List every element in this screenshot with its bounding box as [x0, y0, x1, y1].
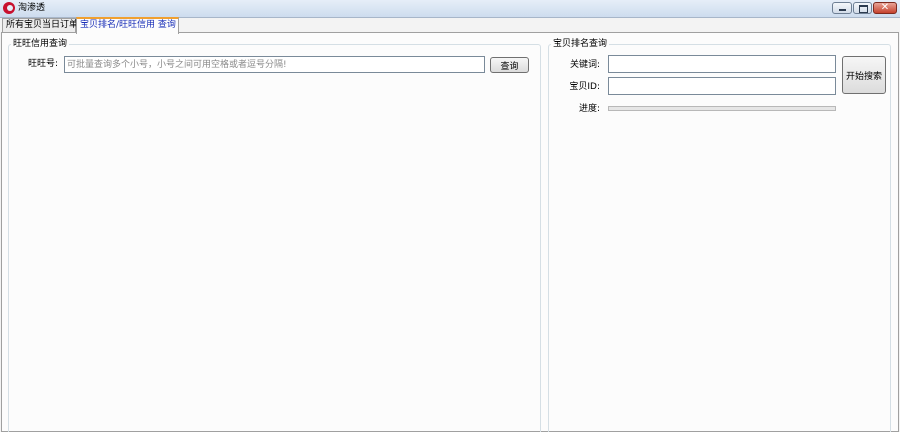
maximize-icon [859, 5, 868, 13]
item-ranking-group-title: 宝贝排名查询 [551, 38, 610, 50]
tab-all-items-daily-orders[interactable]: 所有宝贝当日订单 [2, 18, 78, 33]
item-id-label: 宝贝ID: [569, 82, 600, 92]
tab-strip: 所有宝贝当日订单 宝贝排名/旺旺信用 查询 [0, 17, 900, 34]
start-search-button[interactable]: 开始搜索 [842, 56, 886, 94]
wangwang-id-label: 旺旺号: [27, 59, 58, 69]
keyword-label: 关键词: [569, 60, 600, 70]
progress-label: 进度: [578, 104, 600, 114]
app-window: 淘渗透 ✕ 所有宝贝当日订单 宝贝排名/旺旺信用 查询 旺旺信用查询 旺旺号: … [0, 0, 900, 432]
wangwang-id-input[interactable] [64, 56, 485, 73]
close-icon: ✕ [880, 2, 890, 13]
window-title: 淘渗透 [18, 3, 46, 13]
search-progress-bar [608, 106, 836, 111]
minimize-icon [839, 9, 846, 11]
app-logo-icon [3, 2, 15, 14]
minimize-button[interactable] [832, 2, 852, 14]
wangwang-credit-group: 旺旺信用查询 [8, 38, 541, 432]
tab-item-ranking-wangwang-credit[interactable]: 宝贝排名/旺旺信用 查询 [76, 17, 179, 34]
close-button[interactable]: ✕ [873, 2, 897, 14]
item-id-input[interactable] [608, 77, 836, 95]
maximize-button[interactable] [853, 2, 872, 14]
title-bar[interactable]: 淘渗透 ✕ [0, 0, 900, 18]
wangwang-credit-group-title: 旺旺信用查询 [11, 38, 70, 50]
keyword-input[interactable] [608, 55, 836, 73]
query-button[interactable]: 查询 [490, 57, 529, 73]
